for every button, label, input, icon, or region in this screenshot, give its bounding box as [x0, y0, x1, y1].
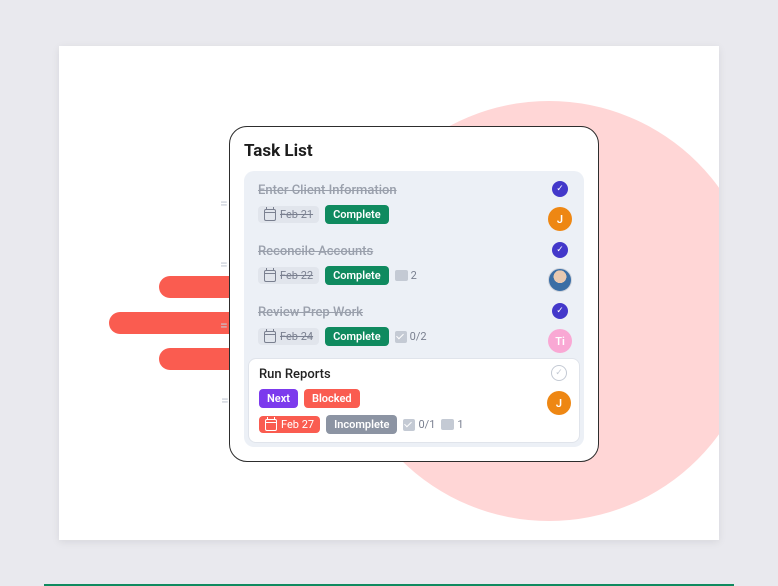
- drag-handle-icon[interactable]: [220, 323, 236, 329]
- avatar[interactable]: [548, 268, 572, 292]
- comment-icon: [395, 270, 408, 281]
- task-title: Enter Client Information: [258, 183, 570, 198]
- tag-pill[interactable]: Next: [259, 389, 298, 408]
- task-title: Reconcile Accounts: [258, 244, 570, 259]
- check-circle-icon[interactable]: ✓: [552, 181, 568, 197]
- tag-pill[interactable]: Blocked: [304, 389, 360, 408]
- calendar-icon: [264, 209, 276, 221]
- drag-handle-icon[interactable]: [220, 262, 236, 268]
- task-row[interactable]: Run Reports Next Blocked Feb 27 Incomple…: [248, 358, 580, 443]
- check-circle-icon[interactable]: ✓: [551, 365, 567, 381]
- checklist-count[interactable]: 0/1: [403, 418, 435, 431]
- date-chip[interactable]: Feb 27: [259, 416, 320, 433]
- task-row[interactable]: Reconcile Accounts Feb 22 Complete 2 ✓: [248, 236, 580, 293]
- check-circle-icon[interactable]: ✓: [552, 303, 568, 319]
- panel-title: Task List: [244, 141, 584, 161]
- date-chip[interactable]: Feb 21: [258, 206, 319, 223]
- task-title: Review Prep Work: [258, 305, 570, 320]
- checklist-icon: [403, 419, 415, 431]
- comment-icon: [441, 419, 454, 430]
- calendar-icon: [264, 331, 276, 343]
- check-circle-icon[interactable]: ✓: [552, 242, 568, 258]
- task-list: Enter Client Information Feb 21 Complete…: [244, 171, 584, 447]
- status-pill[interactable]: Complete: [325, 205, 389, 224]
- avatar[interactable]: J: [547, 391, 571, 415]
- comments-count[interactable]: 2: [395, 269, 417, 282]
- drag-handle-icon[interactable]: [221, 398, 237, 404]
- status-pill[interactable]: Complete: [325, 327, 389, 346]
- task-row[interactable]: Enter Client Information Feb 21 Complete…: [248, 175, 580, 232]
- avatar[interactable]: Ti: [548, 329, 572, 353]
- checklist-icon: [395, 331, 407, 343]
- task-row[interactable]: Review Prep Work Feb 24 Complete 0/2 ✓ T…: [248, 297, 580, 354]
- status-pill[interactable]: Incomplete: [326, 415, 397, 434]
- drag-handle-icon[interactable]: [220, 201, 236, 207]
- calendar-icon: [264, 270, 276, 282]
- comments-count[interactable]: 1: [441, 418, 463, 431]
- date-chip[interactable]: Feb 22: [258, 267, 319, 284]
- task-title: Run Reports: [259, 367, 569, 382]
- task-list-panel: Task List Enter Client Information Feb 2…: [229, 126, 599, 462]
- status-pill[interactable]: Complete: [325, 266, 389, 285]
- calendar-icon: [265, 419, 277, 431]
- date-chip[interactable]: Feb 24: [258, 328, 319, 345]
- avatar[interactable]: J: [548, 207, 572, 231]
- checklist-count[interactable]: 0/2: [395, 330, 427, 343]
